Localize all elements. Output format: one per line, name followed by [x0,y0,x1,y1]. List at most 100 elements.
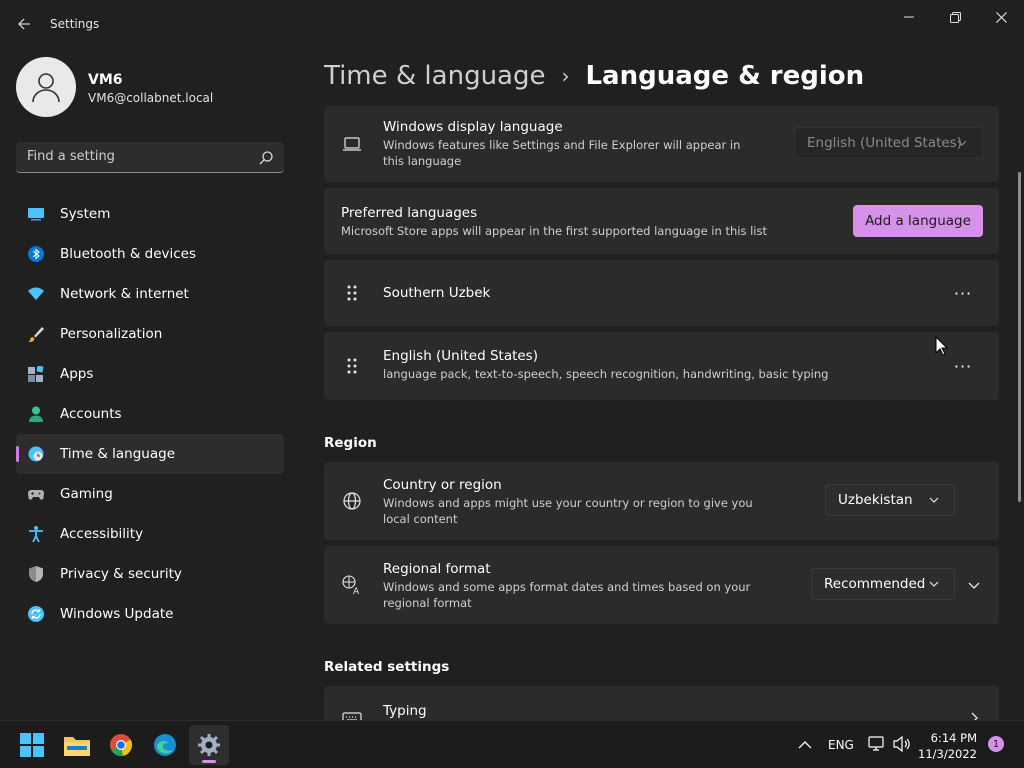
app-title: Settings [50,17,100,31]
input-language-indicator[interactable]: ENG [828,738,854,752]
wifi-icon [28,287,44,300]
preferred-languages-description: Microsoft Store apps will appear in the … [341,224,767,238]
apps-icon [28,366,44,382]
chrome-icon [110,734,132,757]
search-input[interactable]: Find a setting [27,149,115,164]
breadcrumb-parent[interactable]: Time & language [324,61,545,91]
taskbar: ENG 6:14 PM 11/3/2022 [0,720,1024,768]
language-item[interactable]: English (United States) language pack, t… [324,332,999,400]
sidebar-item-bluetooth[interactable]: Bluetooth & devices [16,234,284,274]
add-language-button[interactable]: Add a language [853,205,983,237]
sidebar-item-label: Windows Update [60,606,174,622]
person-icon [29,406,43,422]
regional-format-dropdown[interactable]: Recommended [811,568,955,600]
profile-name: VM6 [88,72,123,88]
drag-handle-icon[interactable] [342,356,362,376]
sidebar-item-personalization[interactable]: Personalization [16,314,284,354]
notification-badge[interactable]: 1 [988,736,1004,752]
edge-button[interactable] [145,725,185,765]
preferred-languages-card: Preferred languages Microsoft Store apps… [324,188,999,254]
minimize-icon [904,16,914,18]
typing-title: Typing [383,703,427,719]
sidebar-item-label: System [60,206,111,222]
display-language-dropdown[interactable]: English (United States) [794,127,983,159]
language-name: English (United States) [383,348,538,364]
back-button[interactable] [12,12,36,36]
profile-email: VM6@collabnet.local [88,91,214,105]
search-icon[interactable] [258,150,274,166]
bluetooth-icon [28,246,44,262]
sidebar-item-gaming[interactable]: Gaming [16,474,284,514]
chevron-up-icon[interactable] [798,740,812,750]
sidebar-item-label: Network & internet [60,286,189,302]
svg-text:A: A [353,587,360,595]
country-region-dropdown[interactable]: Uzbekistan [825,484,955,516]
close-button[interactable] [986,8,1016,26]
regional-format-title: Regional format [383,561,491,577]
sidebar-item-label: Personalization [60,326,163,342]
gamepad-icon [28,490,44,500]
active-app-indicator [202,760,216,763]
more-options-button[interactable]: ··· [951,354,975,378]
start-icon [20,733,44,757]
settings-taskbar-button[interactable] [189,725,229,765]
brush-icon [28,327,44,342]
avatar[interactable] [16,57,76,117]
typing-card[interactable]: Typing [324,686,999,720]
expand-chevron-icon[interactable] [967,578,981,592]
sidebar-item-system[interactable]: System [16,194,284,234]
related-settings-title: Related settings [324,659,450,675]
sidebar-item-apps[interactable]: Apps [16,354,284,394]
clock-date: 11/3/2022 [918,747,977,761]
regional-format-value: Recommended [824,576,926,592]
sidebar-nav: System Bluetooth & devices Network & int… [16,194,284,634]
start-button[interactable] [12,725,52,765]
sidebar-item-windows-update[interactable]: Windows Update [16,594,284,634]
title-bar: Settings [0,0,1024,48]
scrollbar[interactable] [1018,172,1021,502]
chrome-button[interactable] [101,725,141,765]
monitor-icon [28,208,44,221]
update-icon [28,606,44,622]
restore-button[interactable] [940,8,970,26]
language-features: language pack, text-to-speech, speech re… [383,367,829,381]
chevron-down-icon [929,581,939,587]
file-explorer-button[interactable] [57,725,97,765]
sidebar-item-label: Accounts [60,406,122,422]
mouse-cursor-icon [935,336,949,356]
chevron-right-icon [971,712,978,720]
country-region-title: Country or region [383,477,502,493]
settings-icon [198,734,220,756]
display-language-card: Windows display language Windows feature… [324,106,999,182]
language-format-icon: A [342,575,360,595]
breadcrumb-separator: › [561,64,570,88]
close-icon [995,11,1007,23]
preferred-languages-title: Preferred languages [341,205,478,221]
sidebar-item-accessibility[interactable]: Accessibility [16,514,284,554]
language-name: Southern Uzbek [383,285,491,301]
language-item[interactable]: Southern Uzbek ··· [324,260,999,326]
volume-icon[interactable] [893,736,911,752]
restore-icon [949,11,961,23]
regional-format-card[interactable]: A Regional format Windows and some apps … [324,546,999,624]
accessibility-icon [29,526,43,542]
sidebar-item-network[interactable]: Network & internet [16,274,284,314]
more-options-button[interactable]: ··· [951,281,975,305]
sidebar-item-privacy[interactable]: Privacy & security [16,554,284,594]
network-icon[interactable] [868,736,886,752]
clock[interactable]: 6:14 PM 11/3/2022 [918,730,977,762]
person-icon [32,73,60,103]
search-box[interactable]: Find a setting [16,142,284,173]
page-title: Language & region [585,61,865,91]
region-section-title: Region [324,435,377,451]
sidebar-item-time-language[interactable]: Time & language [16,434,284,474]
chevron-down-icon [929,497,939,503]
country-region-value: Uzbekistan [838,492,913,508]
country-region-card: Country or region Windows and apps might… [324,462,999,540]
sidebar-item-label: Accessibility [60,526,144,542]
globe-clock-icon [28,446,44,462]
sidebar-item-label: Privacy & security [60,566,182,582]
drag-handle-icon[interactable] [342,283,362,303]
sidebar-item-accounts[interactable]: Accounts [16,394,284,434]
minimize-button[interactable] [894,8,924,26]
